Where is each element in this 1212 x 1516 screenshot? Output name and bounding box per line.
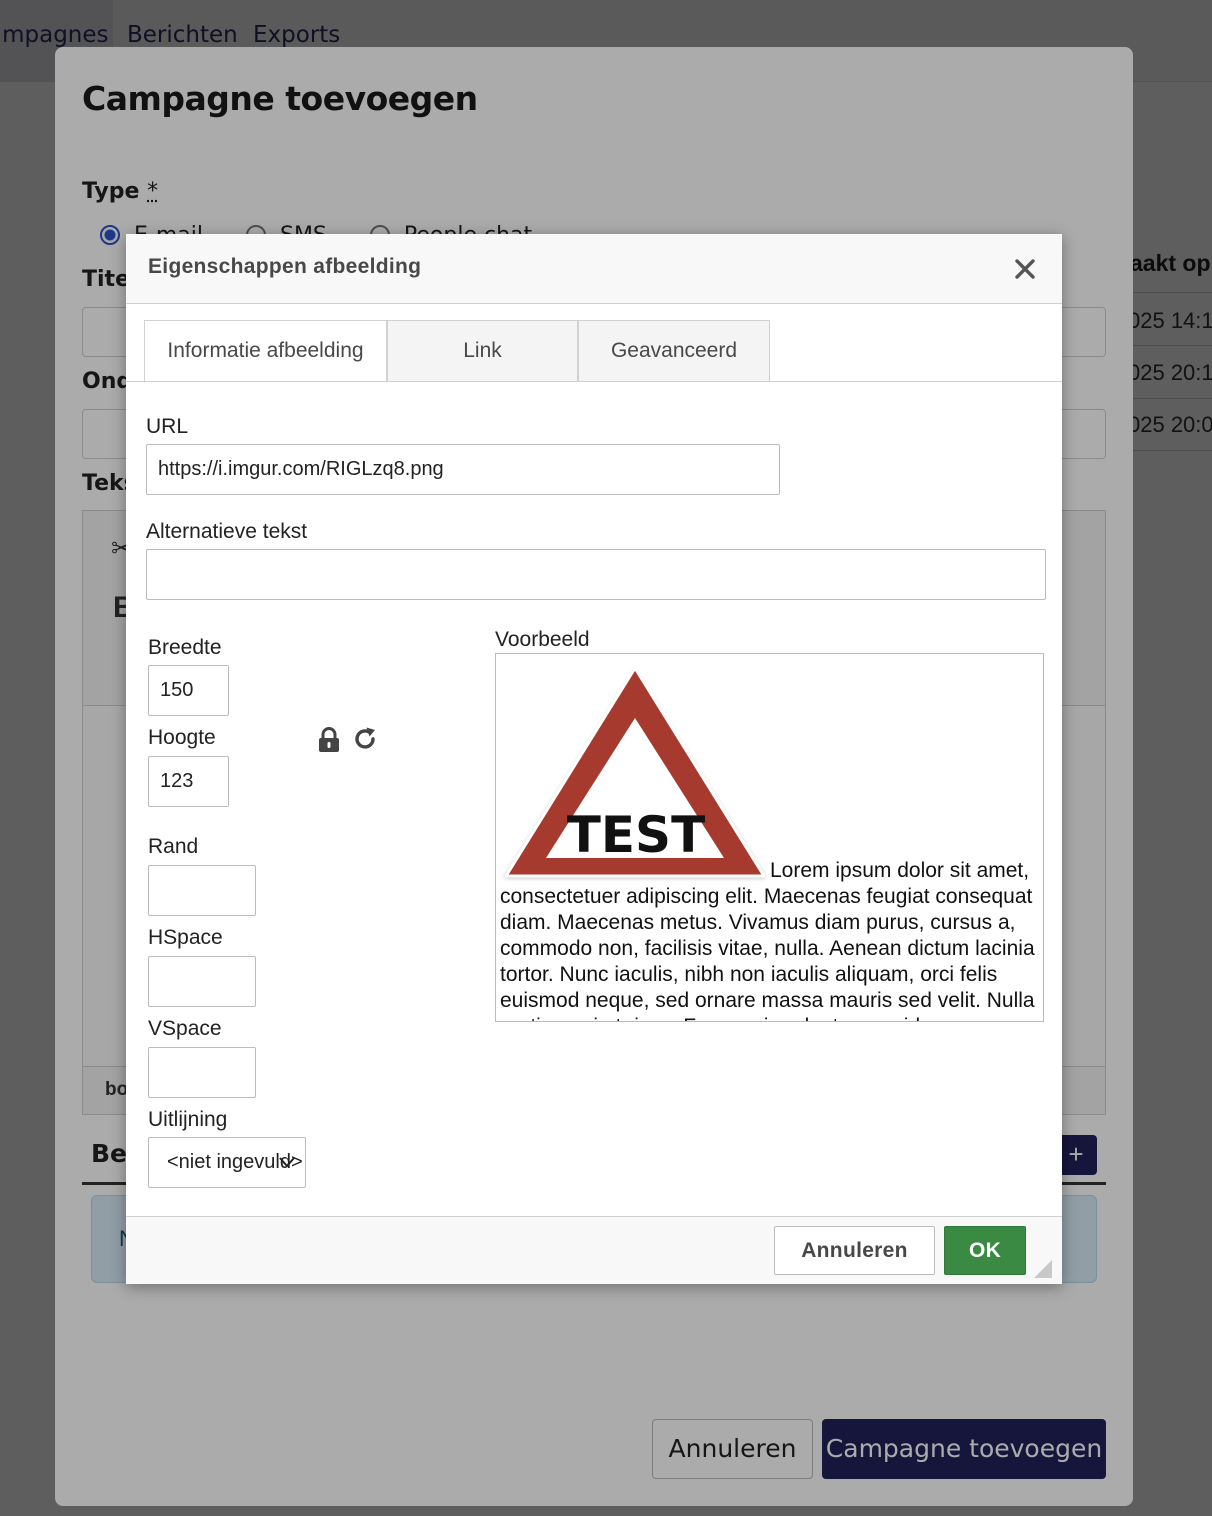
image-preview: TEST Lorem ipsum dolor sit amet, consect…	[495, 653, 1044, 1022]
alt-text-label: Alternatieve tekst	[146, 520, 308, 543]
tab-link[interactable]: Link	[387, 320, 578, 382]
sign-text: TEST	[567, 806, 705, 864]
width-label: Breedte	[148, 636, 222, 659]
hspace-input[interactable]	[148, 956, 256, 1007]
url-input[interactable]: https://i.imgur.com/RIGLzq8.png	[146, 444, 780, 495]
test-warning-sign-image: TEST	[504, 666, 766, 878]
height-input[interactable]: 123	[148, 756, 229, 807]
lock-icon[interactable]	[317, 727, 341, 753]
chevron-down-icon	[279, 1157, 295, 1168]
alignment-select[interactable]: <niet ingevuld>	[148, 1137, 306, 1188]
height-label: Hoogte	[148, 726, 216, 749]
ok-button[interactable]: OK	[944, 1226, 1026, 1275]
dialog-header: Eigenschappen afbeelding	[126, 234, 1062, 304]
close-icon[interactable]	[1012, 256, 1038, 282]
border-input[interactable]	[148, 865, 256, 916]
reset-size-icon[interactable]	[352, 726, 378, 752]
alt-text-input[interactable]	[146, 549, 1046, 600]
tab-divider	[126, 381, 1062, 382]
vspace-label: VSpace	[148, 1017, 222, 1040]
dialog-footer: Annuleren OK	[126, 1216, 1062, 1284]
tab-advanced[interactable]: Geavanceerd	[578, 320, 770, 382]
url-label: URL	[146, 415, 189, 438]
dialog-title: Eigenschappen afbeelding	[148, 255, 422, 278]
vspace-input[interactable]	[148, 1047, 256, 1098]
hspace-label: HSpace	[148, 926, 223, 949]
alignment-label: Uitlijning	[148, 1108, 228, 1131]
image-properties-dialog: Eigenschappen afbeelding Informatie afbe…	[126, 234, 1062, 1284]
border-label: Rand	[148, 835, 199, 858]
resize-handle-icon[interactable]	[1034, 1260, 1052, 1278]
preview-label: Voorbeeld	[495, 628, 590, 651]
cancel-button[interactable]: Annuleren	[774, 1226, 935, 1275]
tab-image-info[interactable]: Informatie afbeelding	[144, 320, 387, 383]
preview-lorem-text: Lorem ipsum dolor sit amet, consectetuer…	[500, 859, 1035, 1021]
width-input[interactable]: 150	[148, 665, 229, 716]
